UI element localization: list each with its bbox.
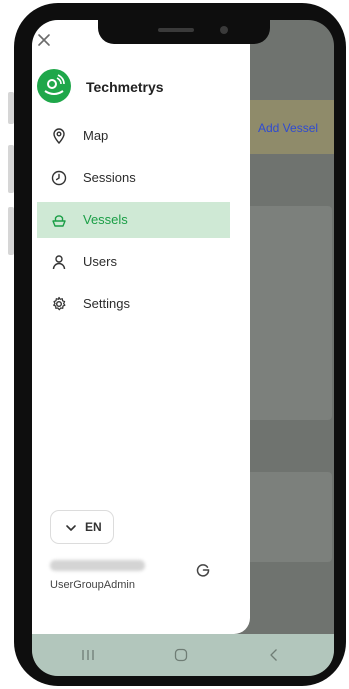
nav-item-map[interactable]: Map [37, 118, 230, 154]
language-selector[interactable]: EN [50, 510, 114, 544]
home-icon[interactable] [173, 647, 189, 663]
close-icon[interactable] [36, 32, 52, 48]
phone-notch [98, 20, 270, 44]
camera [220, 26, 228, 34]
nav-item-settings[interactable]: Settings [37, 286, 230, 322]
nav-item-vessels[interactable]: Vessels [37, 202, 230, 238]
nav-label-users: Users [83, 254, 117, 269]
speaker [158, 28, 194, 32]
nav-label-settings: Settings [83, 296, 130, 311]
nav-label-map: Map [83, 128, 109, 143]
side-button [8, 92, 14, 124]
side-button [8, 145, 14, 193]
user-name-redacted [50, 560, 145, 571]
side-button [8, 207, 14, 255]
screen: Add Vessel Techmetrys Map Sessions Vesse… [32, 20, 334, 676]
logout-icon[interactable] [195, 562, 211, 578]
back-icon[interactable] [266, 647, 282, 663]
nav-item-users[interactable]: Users [37, 244, 230, 280]
user-role: UserGroupAdmin [50, 579, 135, 591]
app-logo [37, 69, 71, 103]
nav-label-vessels: Vessels [83, 212, 128, 227]
map-pin-icon [51, 128, 67, 145]
system-nav-bar [32, 634, 334, 676]
vessel-icon [51, 212, 67, 228]
clock-icon [51, 170, 67, 186]
navigation-drawer: Techmetrys Map Sessions Vessels Users Se… [32, 20, 250, 634]
gear-icon [51, 296, 67, 312]
user-icon [51, 254, 67, 270]
app-name: Techmetrys [86, 79, 164, 95]
nav-label-sessions: Sessions [83, 170, 136, 185]
add-vessel-button[interactable]: Add Vessel [258, 121, 318, 135]
chevron-down-icon [65, 521, 77, 533]
recent-apps-icon[interactable] [80, 647, 96, 663]
language-label: EN [85, 520, 102, 534]
nav-item-sessions[interactable]: Sessions [37, 160, 230, 196]
